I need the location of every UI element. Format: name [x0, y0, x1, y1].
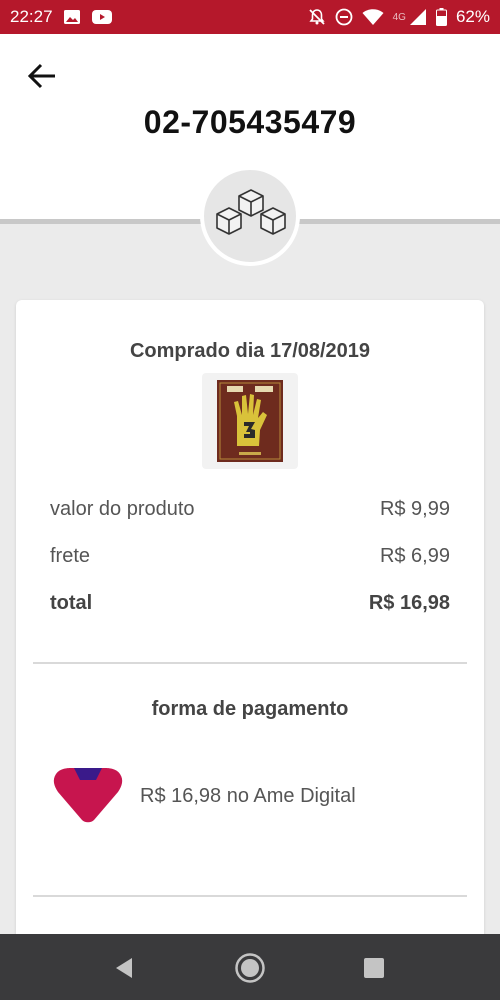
order-details-card: Comprado dia 17/08/2019 valor do produto…: [16, 300, 484, 960]
order-status-badge: [200, 166, 300, 266]
nav-recents-button[interactable]: [356, 950, 392, 986]
product-value: R$ 9,99: [379, 498, 450, 520]
price-row-total: total R$ 16,98: [50, 592, 450, 615]
total-label: total: [50, 592, 93, 614]
payment-method-title: forma de pagamento: [151, 698, 349, 720]
price-row-shipping: frete R$ 6,99: [50, 545, 450, 568]
divider: [33, 895, 467, 897]
back-triangle-icon: [116, 958, 132, 978]
divider: [33, 662, 467, 664]
ame-digital-logo: [53, 768, 123, 823]
price-row-product: valor do produto R$ 9,99: [50, 498, 450, 521]
notifications-off-icon: [308, 8, 326, 26]
payment-description: R$ 16,98 no Ame Digital: [140, 785, 356, 807]
product-thumbnail[interactable]: [202, 373, 298, 469]
battery-level: 62%: [455, 7, 490, 26]
recents-square-icon: [364, 958, 384, 978]
system-navigation-bar: [0, 934, 500, 1000]
arrow-left-icon: [27, 63, 55, 89]
boxes-icon: [216, 189, 286, 235]
nav-back-button[interactable]: [106, 950, 142, 986]
shipping-value: R$ 6,99: [379, 545, 450, 567]
nav-home-button[interactable]: [232, 950, 268, 986]
status-bar: 22:27 4G 62%: [0, 0, 500, 34]
image-icon: [63, 9, 81, 25]
status-time: 22:27: [10, 7, 53, 26]
total-value: R$ 16,98: [368, 592, 450, 614]
order-number: 02-705435479: [143, 104, 357, 140]
back-button[interactable]: [22, 58, 62, 94]
wifi-icon: [362, 8, 384, 26]
do-not-disturb-icon: [335, 8, 353, 26]
shipping-label: frete: [50, 545, 91, 567]
youtube-icon: [91, 9, 113, 25]
purchase-date: Comprado dia 17/08/2019: [129, 340, 371, 362]
product-value-label: valor do produto: [50, 498, 195, 520]
signal-icon: [409, 8, 427, 26]
home-circle-icon: [235, 953, 265, 983]
battery-icon: [435, 8, 447, 26]
book-cover-icon: [217, 380, 283, 462]
network-type: 4G: [392, 11, 406, 23]
